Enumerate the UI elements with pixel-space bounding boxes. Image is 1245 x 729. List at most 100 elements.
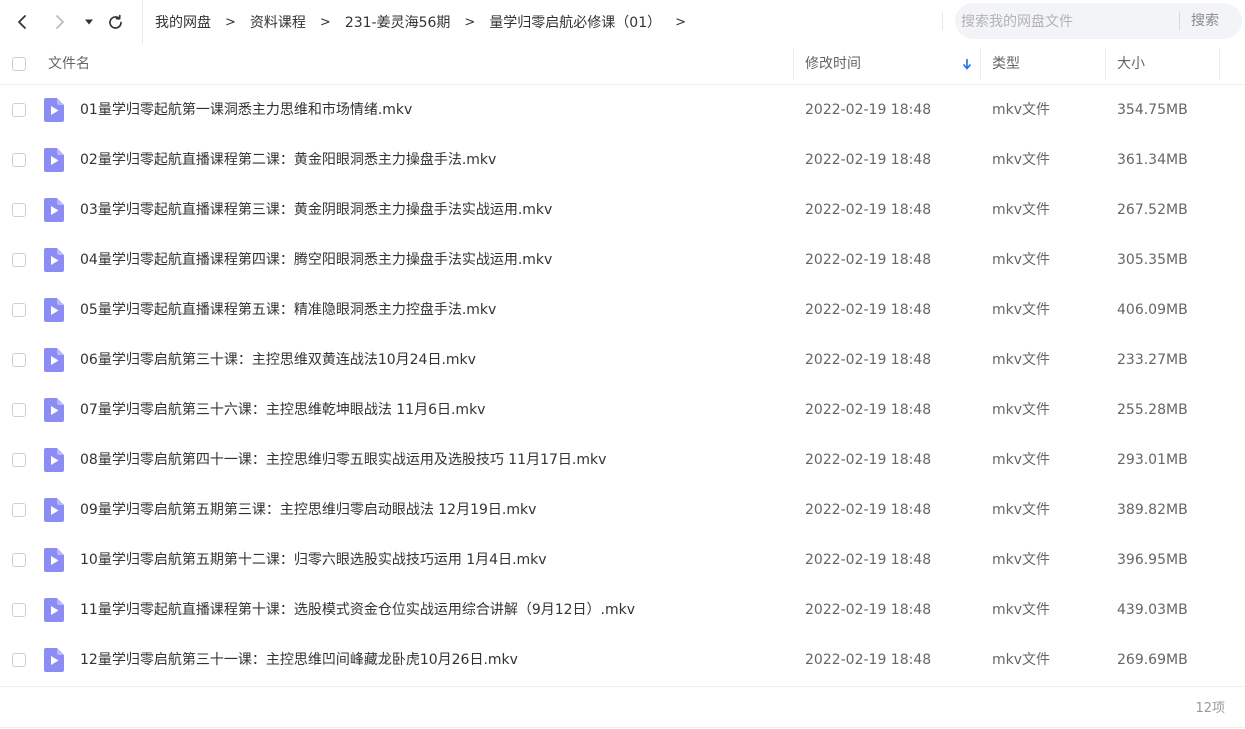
video-file-icon — [44, 648, 64, 672]
table-row[interactable]: 10量学归零启航第五期第十二课：归零六眼选股实战技巧运用 1月4日.mkv 20… — [0, 535, 1245, 585]
file-size: 406.09MB — [1117, 302, 1188, 318]
column-divider[interactable] — [980, 48, 981, 80]
file-modified-time: 2022-02-19 18:48 — [805, 502, 932, 518]
file-type: mkv文件 — [992, 202, 1051, 218]
file-size: 255.28MB — [1117, 402, 1188, 418]
file-type: mkv文件 — [992, 252, 1051, 268]
file-modified-time: 2022-02-19 18:48 — [805, 152, 932, 168]
chevron-right-icon — [56, 15, 64, 29]
table-row[interactable]: 09量学归零启航第五期第三课：主控思维归零启动眼战法 12月19日.mkv 20… — [0, 485, 1245, 535]
table-row[interactable]: 07量学归零启航第三十六课：主控思维乾坤眼战法 11月6日.mkv 2022-0… — [0, 385, 1245, 435]
file-name[interactable]: 11量学归零起航直播课程第十课：选股模式资金仓位实战运用综合讲解（9月12日）.… — [80, 585, 635, 635]
table-row[interactable]: 04量学归零起航直播课程第四课：腾空阳眼洞悉主力操盘手法实战运用.mkv 202… — [0, 235, 1245, 285]
row-checkbox[interactable] — [12, 553, 26, 567]
table-row[interactable]: 01量学归零起航第一课洞悉主力思维和市场情绪.mkv 2022-02-19 18… — [0, 85, 1245, 135]
column-header-type[interactable]: 类型 — [992, 44, 1020, 84]
forward-button[interactable] — [48, 8, 72, 36]
file-modified-time: 2022-02-19 18:48 — [805, 202, 932, 218]
row-checkbox[interactable] — [12, 453, 26, 467]
file-size: 267.52MB — [1117, 202, 1188, 218]
file-name[interactable]: 12量学归零启航第三十一课：主控思维凹间峰藏龙卧虎10月26日.mkv — [80, 635, 518, 685]
table-header: 文件名 修改时间 类型 大小 — [0, 44, 1245, 85]
file-type: mkv文件 — [992, 402, 1051, 418]
row-checkbox[interactable] — [12, 153, 26, 167]
file-size: 396.95MB — [1117, 552, 1188, 568]
search-separator — [1179, 12, 1180, 30]
column-header-name[interactable]: 文件名 — [48, 44, 90, 84]
breadcrumb-separator: > — [225, 14, 236, 30]
file-name[interactable]: 09量学归零启航第五期第三课：主控思维归零启动眼战法 12月19日.mkv — [80, 485, 536, 535]
column-header-size[interactable]: 大小 — [1117, 44, 1145, 84]
refresh-button[interactable] — [104, 8, 126, 36]
video-file-icon — [44, 198, 64, 222]
column-header-modified[interactable]: 修改时间 — [805, 44, 861, 84]
row-checkbox[interactable] — [12, 203, 26, 217]
breadcrumb-expand-button[interactable]: > — [675, 15, 686, 30]
file-type: mkv文件 — [992, 652, 1051, 668]
item-count: 12项 — [1195, 701, 1225, 716]
table-row[interactable]: 02量学归零起航直播课程第二课：黄金阳眼洞悉主力操盘手法.mkv 2022-02… — [0, 135, 1245, 185]
caret-down-icon — [85, 19, 93, 25]
back-button[interactable] — [10, 8, 34, 36]
search-divider — [942, 12, 943, 30]
column-divider[interactable] — [1105, 48, 1106, 80]
table-row[interactable]: 03量学归零起航直播课程第三课：黄金阴眼洞悉主力操盘手法实战运用.mkv 202… — [0, 185, 1245, 235]
table-row[interactable]: 05量学归零起航直播课程第五课：精准隐眼洞悉主力控盘手法.mkv 2022-02… — [0, 285, 1245, 335]
arrow-down-icon[interactable] — [962, 58, 972, 70]
file-name[interactable]: 06量学归零启航第三十课：主控思维双黄连战法10月24日.mkv — [80, 335, 476, 385]
select-all-checkbox[interactable] — [12, 57, 26, 71]
breadcrumb-item[interactable]: 资料课程 — [250, 12, 306, 32]
row-checkbox[interactable] — [12, 353, 26, 367]
row-checkbox[interactable] — [12, 103, 26, 117]
video-file-icon — [44, 548, 64, 572]
breadcrumb: 我的网盘 > 资料课程 > 231-姜灵海56期 > 量学归零启航必修课（01）… — [142, 0, 700, 44]
file-name[interactable]: 01量学归零起航第一课洞悉主力思维和市场情绪.mkv — [80, 85, 412, 135]
file-name[interactable]: 02量学归零起航直播课程第二课：黄金阳眼洞悉主力操盘手法.mkv — [80, 135, 496, 185]
file-type: mkv文件 — [992, 102, 1051, 118]
row-checkbox[interactable] — [12, 303, 26, 317]
file-modified-time: 2022-02-19 18:48 — [805, 602, 932, 618]
row-checkbox[interactable] — [12, 403, 26, 417]
bottom-divider — [0, 727, 1245, 728]
file-name[interactable]: 05量学归零起航直播课程第五课：精准隐眼洞悉主力控盘手法.mkv — [80, 285, 496, 335]
video-file-icon — [44, 248, 64, 272]
search-input[interactable] — [959, 3, 1173, 41]
file-size: 389.82MB — [1117, 502, 1188, 518]
file-size: 439.03MB — [1117, 602, 1188, 618]
breadcrumb-item[interactable]: 231-姜灵海56期 — [345, 12, 451, 32]
file-type: mkv文件 — [992, 552, 1051, 568]
file-list: 01量学归零起航第一课洞悉主力思维和市场情绪.mkv 2022-02-19 18… — [0, 85, 1245, 685]
table-row[interactable]: 12量学归零启航第三十一课：主控思维凹间峰藏龙卧虎10月26日.mkv 2022… — [0, 635, 1245, 685]
file-type: mkv文件 — [992, 152, 1051, 168]
file-name[interactable]: 04量学归零起航直播课程第四课：腾空阳眼洞悉主力操盘手法实战运用.mkv — [80, 235, 552, 285]
refresh-icon — [108, 14, 122, 29]
file-name[interactable]: 08量学归零启航第四十一课：主控思维归零五眼实战运用及选股技巧 11月17日.m… — [80, 435, 606, 485]
rows-container: 01量学归零起航第一课洞悉主力思维和市场情绪.mkv 2022-02-19 18… — [0, 85, 1245, 685]
file-name[interactable]: 07量学归零启航第三十六课：主控思维乾坤眼战法 11月6日.mkv — [80, 385, 485, 435]
file-type: mkv文件 — [992, 602, 1051, 618]
file-modified-time: 2022-02-19 18:48 — [805, 352, 932, 368]
column-divider[interactable] — [793, 48, 794, 80]
search-button[interactable]: 搜索 — [1191, 3, 1219, 39]
row-checkbox[interactable] — [12, 603, 26, 617]
video-file-icon — [44, 348, 64, 372]
breadcrumb-item[interactable]: 我的网盘 — [155, 12, 211, 32]
file-name[interactable]: 03量学归零起航直播课程第三课：黄金阴眼洞悉主力操盘手法实战运用.mkv — [80, 185, 552, 235]
table-row[interactable]: 08量学归零启航第四十一课：主控思维归零五眼实战运用及选股技巧 11月17日.m… — [0, 435, 1245, 485]
file-size: 361.34MB — [1117, 152, 1188, 168]
video-file-icon — [44, 398, 64, 422]
video-file-icon — [44, 498, 64, 522]
file-type: mkv文件 — [992, 352, 1051, 368]
table-row[interactable]: 11量学归零起航直播课程第十课：选股模式资金仓位实战运用综合讲解（9月12日）.… — [0, 585, 1245, 635]
file-name[interactable]: 10量学归零启航第五期第十二课：归零六眼选股实战技巧运用 1月4日.mkv — [80, 535, 547, 585]
column-divider[interactable] — [1219, 48, 1220, 80]
breadcrumb-item-current[interactable]: 量学归零启航必修课（01） — [489, 12, 661, 32]
row-checkbox[interactable] — [12, 503, 26, 517]
row-checkbox[interactable] — [12, 253, 26, 267]
file-type: mkv文件 — [992, 502, 1051, 518]
row-checkbox[interactable] — [12, 653, 26, 667]
file-modified-time: 2022-02-19 18:48 — [805, 652, 932, 668]
history-dropdown-button[interactable] — [82, 8, 96, 36]
table-row[interactable]: 06量学归零启航第三十课：主控思维双黄连战法10月24日.mkv 2022-02… — [0, 335, 1245, 385]
file-size: 305.35MB — [1117, 252, 1188, 268]
